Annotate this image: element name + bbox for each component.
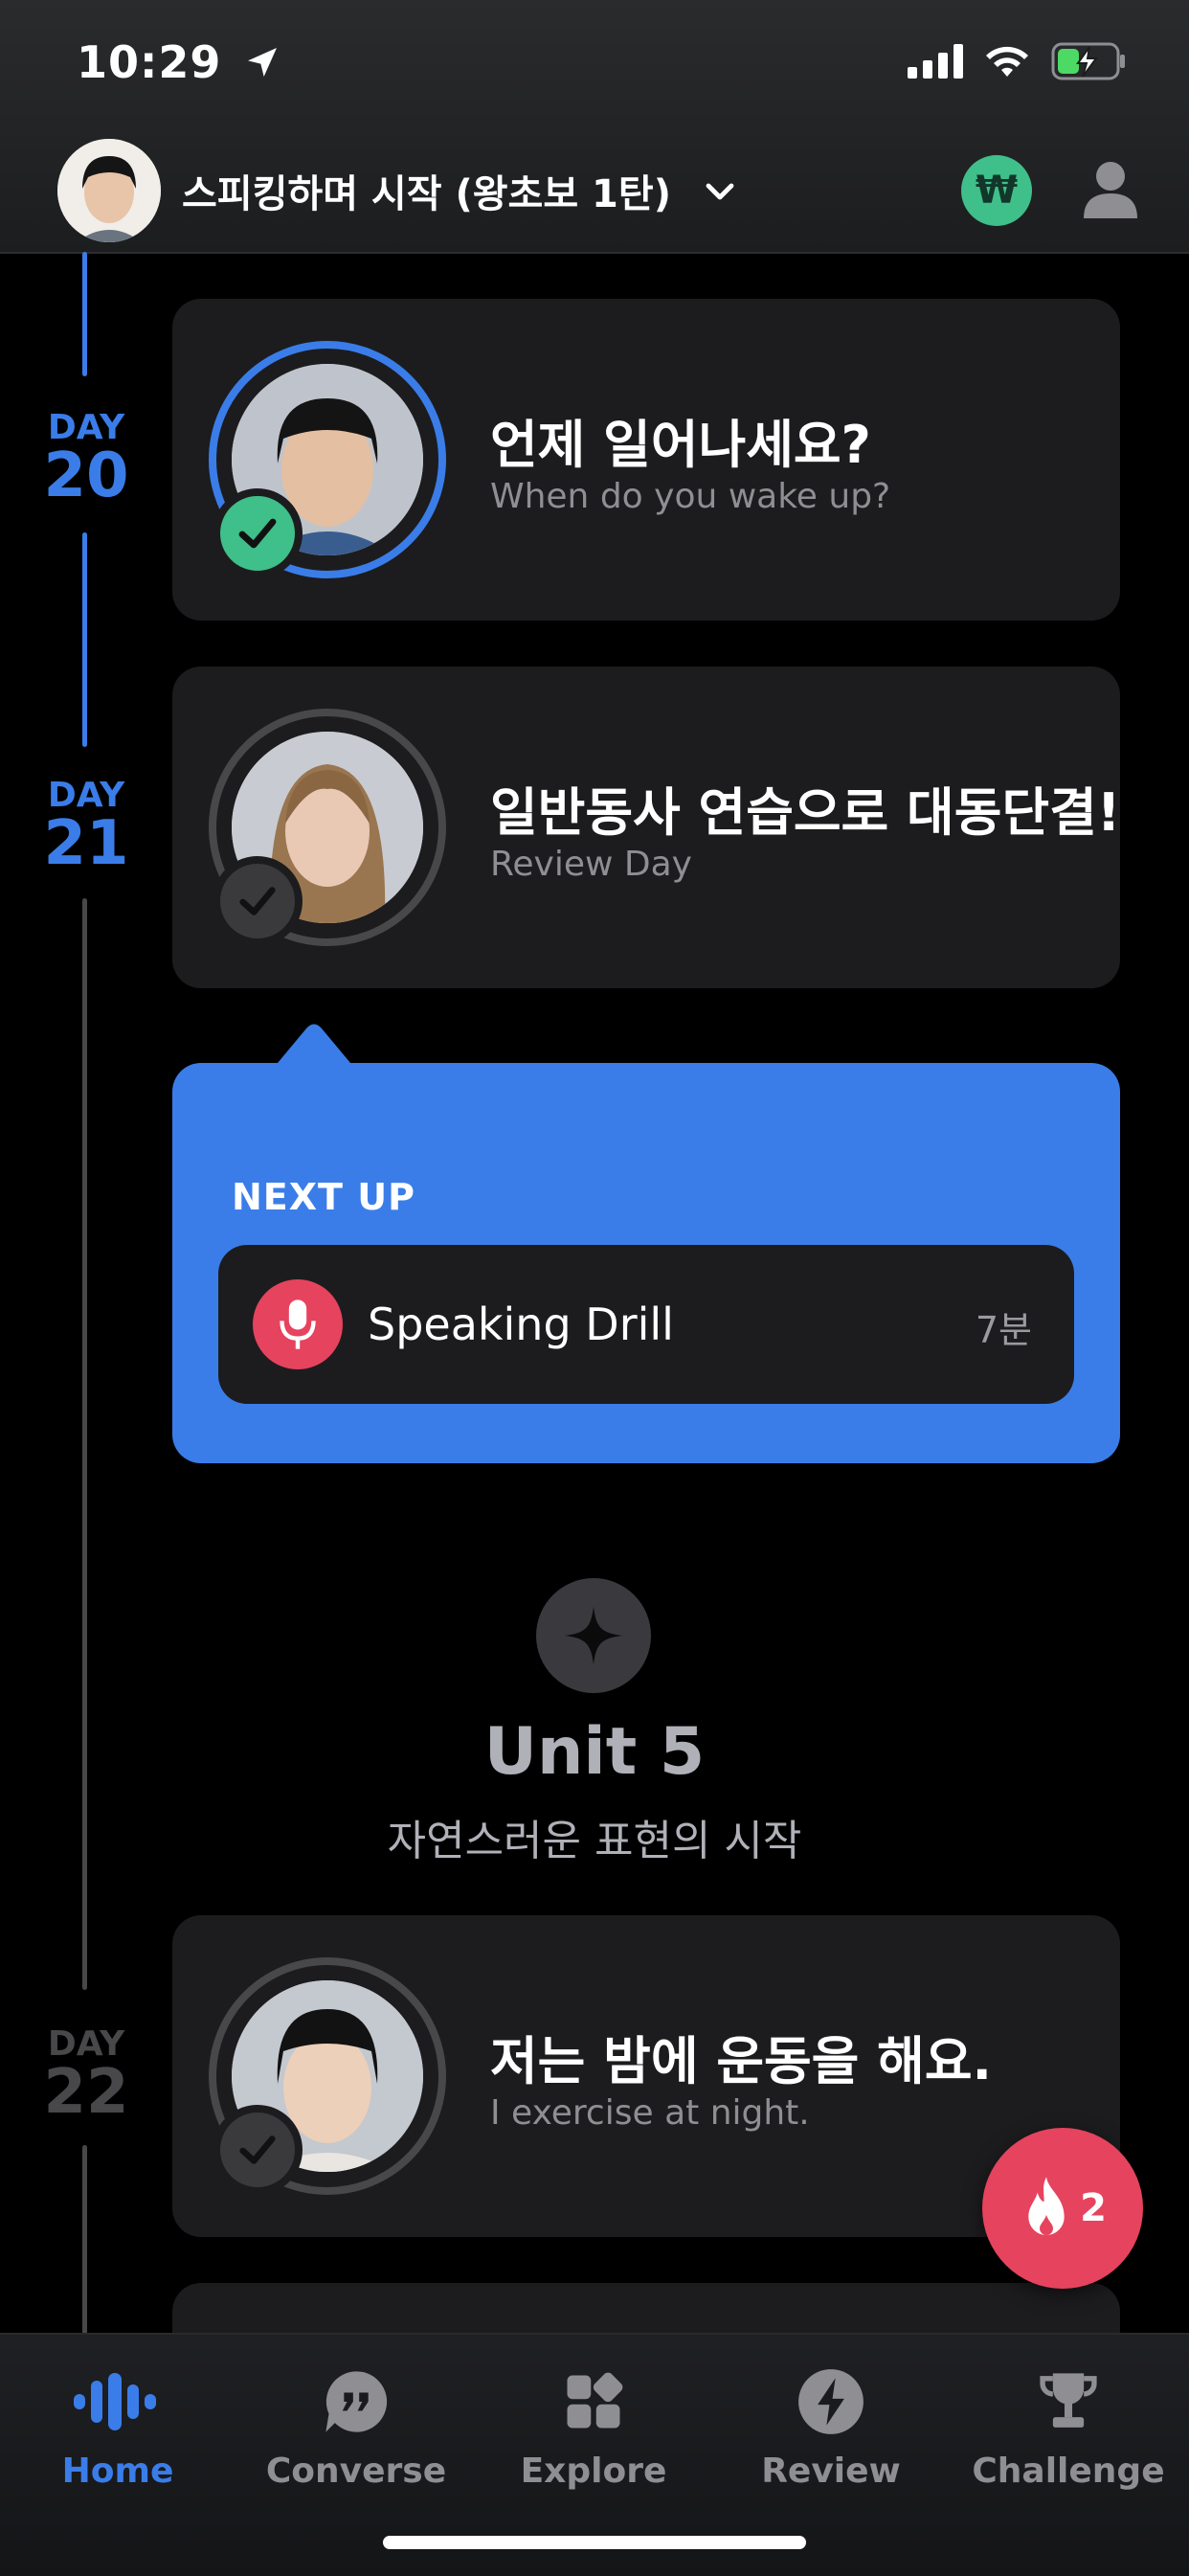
timeline-line	[82, 252, 87, 376]
tab-label: Challenge	[972, 2452, 1165, 2491]
unit-subtitle: 자연스러운 표현의 시작	[387, 1817, 802, 1865]
day-number: 21	[43, 808, 129, 879]
lesson-subtitle: When do you wake up?	[490, 477, 891, 516]
completed-check-icon	[213, 488, 303, 578]
unit-title: Unit 5	[483, 1714, 706, 1790]
day-number: 20	[43, 441, 129, 511]
timeline-line	[82, 532, 87, 747]
lesson-subtitle: I exercise at night.	[490, 2093, 810, 2133]
tab-label: Converse	[265, 2452, 447, 2491]
won-icon: ₩	[975, 169, 1019, 213]
instructor-avatar-icon	[57, 139, 161, 242]
day-marker-22: DAY 22	[38, 2026, 134, 2128]
activity-duration: 7분	[975, 1309, 1032, 1351]
speaking-drill-button[interactable]: Speaking Drill 7분	[218, 1245, 1074, 1404]
tab-home[interactable]: Home	[3, 2354, 233, 2491]
flame-icon	[1028, 2177, 1065, 2235]
microphone-icon	[253, 1279, 343, 1369]
status-icons	[908, 42, 1128, 80]
lesson-card-day-22[interactable]: 저는 밤에 운동을 해요. I exercise at night.	[172, 1915, 1120, 2237]
signal-icon	[908, 44, 963, 79]
home-indicator[interactable]	[383, 2536, 806, 2549]
timeline-line	[82, 2145, 87, 2337]
tab-explore[interactable]: Explore	[479, 2354, 708, 2491]
lightning-icon	[798, 2369, 864, 2434]
lesson-title: 일반동사 연습으로 대동단결!	[490, 782, 1121, 843]
chevron-down-icon[interactable]	[703, 174, 737, 209]
next-up-panel: NEXT UP Speaking Drill 7분	[172, 1063, 1120, 1463]
coin-button[interactable]: ₩	[961, 155, 1032, 226]
tab-label: Home	[61, 2452, 174, 2491]
streak-button[interactable]: 2	[982, 2128, 1143, 2289]
check-icon	[213, 2105, 303, 2195]
activity-name: Speaking Drill	[368, 1299, 674, 1350]
location-arrow-icon	[248, 48, 278, 77]
profile-icon[interactable]	[1082, 159, 1139, 220]
streak-count: 2	[1080, 2186, 1107, 2230]
course-title[interactable]: 스피킹하며 시작 (왕초보 1탄)	[182, 163, 671, 218]
check-icon	[213, 856, 303, 946]
status-time: 10:29	[77, 36, 281, 88]
wifi-icon	[986, 46, 1028, 77]
trophy-icon	[1040, 2373, 1097, 2428]
day-marker-20: DAY 20	[38, 410, 134, 511]
next-up-label: NEXT UP	[232, 1176, 415, 1218]
tab-review[interactable]: Review	[716, 2354, 946, 2491]
quote-bubble-icon	[325, 2371, 388, 2432]
grid-icon	[567, 2372, 623, 2429]
waveform-icon	[74, 2373, 156, 2430]
lesson-title: 언제 일어나세요?	[490, 415, 871, 475]
lesson-card-day-21[interactable]: 일반동사 연습으로 대동단결! Review Day	[172, 667, 1120, 988]
lesson-title: 저는 밤에 운동을 해요.	[490, 2031, 993, 2091]
day-number: 22	[43, 2057, 129, 2128]
battery-charging-icon	[1051, 42, 1125, 80]
tab-label: Explore	[520, 2452, 667, 2491]
tab-converse[interactable]: Converse	[241, 2354, 471, 2491]
lesson-subtitle: Review Day	[490, 845, 692, 884]
lesson-card-day-20[interactable]: 언제 일어나세요? When do you wake up?	[172, 299, 1120, 621]
day-marker-21: DAY 21	[38, 778, 134, 879]
tab-label: Review	[761, 2452, 901, 2491]
top-header: 스피킹하며 시작 (왕초보 1탄) ₩	[0, 134, 1189, 249]
sparkle-icon	[536, 1578, 651, 1693]
tab-challenge[interactable]: Challenge	[953, 2354, 1183, 2491]
course-avatar[interactable]	[57, 139, 161, 242]
status-time-text: 10:29	[77, 36, 222, 88]
